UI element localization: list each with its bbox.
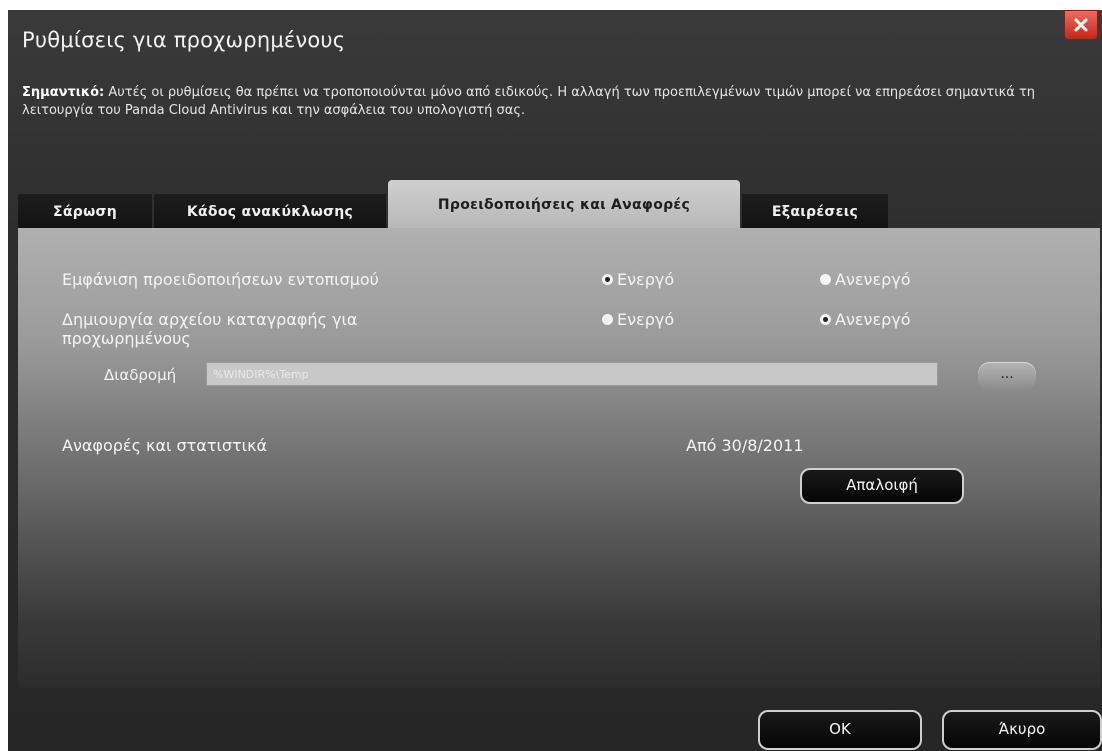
path-input[interactable] — [206, 362, 938, 386]
browse-button[interactable]: ... — [978, 362, 1036, 390]
tab-exclusions[interactable]: Εξαιρέσεις — [742, 194, 888, 228]
detection-alerts-label: Εμφάνιση προειδοποιήσεων εντοπισμού — [62, 270, 379, 289]
detection-alerts-on-radio[interactable]: Ενεργό — [602, 270, 674, 289]
stats-date: Από 30/8/2011 — [686, 436, 804, 455]
advanced-log-off-radio[interactable]: Ανενεργό — [820, 310, 911, 329]
radio-checked-icon — [602, 274, 613, 285]
warning-bold: Σημαντικό: — [22, 85, 105, 100]
clear-stats-button[interactable]: Απαλοιφή — [800, 468, 964, 504]
tab-scan[interactable]: Σάρωση — [18, 194, 152, 228]
cancel-button[interactable]: Άκυρο — [942, 710, 1102, 750]
advanced-log-label: Δημιουργία αρχείου καταγραφής για προχωρ… — [62, 310, 358, 348]
tab-recycle-bin[interactable]: Κάδος ανακύκλωσης — [154, 194, 386, 228]
tab-alerts-reports[interactable]: Προειδοποιήσεις και Αναφορές — [388, 180, 740, 228]
detection-alerts-off-radio[interactable]: Ανενεργό — [820, 270, 911, 289]
alerts-reports-panel: Εμφάνιση προειδοποιήσεων εντοπισμού Ενερ… — [18, 228, 1100, 688]
close-icon — [1074, 18, 1088, 32]
ok-button[interactable]: OK — [758, 710, 922, 750]
stats-label: Αναφορές και στατιστικά — [62, 436, 268, 455]
advanced-settings-dialog: Ρυθμίσεις για προχωρημένους Σημαντικό: Α… — [8, 10, 1102, 751]
advanced-log-on-radio[interactable]: Ενεργό — [602, 310, 674, 329]
tab-bar: Σάρωση Κάδος ανακύκλωσης Προειδοποιήσεις… — [18, 180, 1098, 228]
dialog-title: Ρυθμίσεις για προχωρημένους — [22, 28, 346, 52]
warning-body: Αυτές οι ρυθμίσεις θα πρέπει να τροποποι… — [22, 85, 1036, 118]
warning-text: Σημαντικό: Αυτές οι ρυθμίσεις θα πρέπει … — [22, 84, 1092, 120]
radio-unchecked-icon — [602, 314, 613, 325]
path-label: Διαδρομή — [104, 366, 177, 384]
radio-unchecked-icon — [820, 274, 831, 285]
close-button[interactable] — [1064, 10, 1098, 40]
radio-checked-icon — [820, 314, 831, 325]
